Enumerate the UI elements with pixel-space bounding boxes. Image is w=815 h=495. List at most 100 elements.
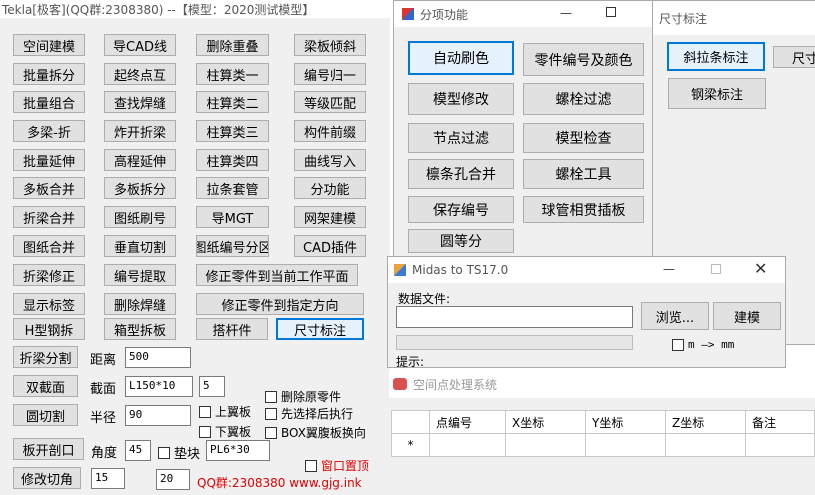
plate-slot-button[interactable]: 板开剖口 — [13, 438, 84, 460]
tool-button-8[interactable]: 批量组合 — [13, 91, 85, 113]
tool-button-20[interactable]: 多板合并 — [13, 177, 85, 199]
tool-button-24[interactable]: 折梁合并 — [13, 206, 85, 228]
col-y[interactable]: Y坐标 — [585, 410, 666, 434]
minimize-icon[interactable]: — — [560, 6, 572, 20]
table-cell[interactable] — [665, 433, 746, 457]
window-top-checkbox[interactable]: 窗口置顶 — [305, 457, 369, 474]
tool-button-12[interactable]: 多梁-折 — [13, 120, 85, 142]
round-cut-button[interactable]: 圆切割 — [13, 404, 78, 426]
beam-split-button[interactable]: 折梁分割 — [13, 346, 78, 368]
tool-button-36[interactable]: 删除焊缝 — [104, 293, 176, 315]
tool-button-21[interactable]: 多板拆分 — [104, 177, 176, 199]
chamfer-a-input[interactable]: 15 — [91, 468, 125, 489]
lower-flange-checkbox[interactable]: 下翼板 — [199, 423, 251, 440]
tool-button-16[interactable]: 批量延伸 — [13, 149, 85, 171]
midas-minimize-icon[interactable]: — — [663, 262, 675, 276]
col-remark[interactable]: 备注 — [745, 410, 815, 434]
upper-flange-box[interactable] — [199, 405, 211, 418]
midas-close-icon[interactable]: ✕ — [754, 259, 767, 278]
sub-function-button-2[interactable]: 模型修改 — [408, 83, 514, 115]
col-x[interactable]: X坐标 — [505, 410, 586, 434]
sub-function-button-5[interactable]: 模型检查 — [523, 123, 644, 153]
lower-flange-box[interactable] — [199, 425, 211, 438]
sub-function-button-6[interactable]: 檩条孔合并 — [408, 159, 514, 189]
sub-function-button-10[interactable]: 圆等分 — [408, 229, 514, 253]
double-section-button[interactable]: 双截面 — [13, 375, 78, 397]
tool-button-2[interactable]: 删除重叠 — [196, 34, 269, 56]
sub-function-button-3[interactable]: 螺栓过滤 — [523, 83, 644, 115]
tool-button-32[interactable]: 折梁修正 — [13, 264, 85, 286]
tool-button-41[interactable]: 尺寸标注 — [276, 318, 364, 340]
tool-button-22[interactable]: 拉条套管 — [196, 177, 269, 199]
tool-button-38[interactable]: H型钢拆 — [13, 318, 85, 340]
sub-function-button-9[interactable]: 球管相贯插板 — [523, 196, 644, 223]
data-file-input[interactable] — [396, 306, 633, 328]
window-top-box[interactable] — [305, 459, 317, 472]
chamfer-b-input[interactable]: 20 — [156, 469, 190, 490]
table-cell[interactable] — [585, 433, 666, 457]
sub-function-button-0[interactable]: 自动刷色 — [408, 41, 514, 75]
unit-convert-checkbox[interactable]: m —> mm — [672, 338, 734, 351]
tool-button-3[interactable]: 梁板倾斜 — [294, 34, 366, 56]
tool-button-14[interactable]: 柱算类三 — [196, 120, 269, 142]
diagonal-brace-label-button[interactable]: 斜拉条标注 — [667, 42, 765, 71]
col-z[interactable]: Z坐标 — [665, 410, 746, 434]
points-grid[interactable]: 点编号 X坐标 Y坐标 Z坐标 备注 * — [391, 410, 815, 457]
select-then-execute-box[interactable] — [265, 407, 277, 420]
tool-button-23[interactable]: 分功能 — [294, 177, 366, 199]
sub-function-button-8[interactable]: 保存编号 — [408, 196, 514, 223]
select-then-execute-checkbox[interactable]: 先选择后执行 — [265, 405, 353, 422]
tool-button-15[interactable]: 构件前缀 — [294, 120, 366, 142]
tool-button-31[interactable]: CAD插件 — [294, 235, 366, 257]
tool-button-0[interactable]: 空间建模 — [13, 34, 85, 56]
tool-button-10[interactable]: 柱算类二 — [196, 91, 269, 113]
tool-button-17[interactable]: 高程延伸 — [104, 149, 176, 171]
section-input[interactable]: L150*10 — [125, 376, 193, 397]
tool-button-29[interactable]: 垂直切割 — [104, 235, 176, 257]
sub-function-button-4[interactable]: 节点过滤 — [408, 123, 514, 153]
tool-button-40[interactable]: 搭杆件 — [196, 318, 268, 340]
tool-button-18[interactable]: 柱算类四 — [196, 149, 269, 171]
tool-button-19[interactable]: 曲线写入 — [294, 149, 366, 171]
tool-button-27[interactable]: 网架建模 — [294, 206, 366, 228]
tool-button-30[interactable]: 图纸编号分区 — [196, 235, 269, 257]
tool-button-34[interactable]: 修正零件到当前工作平面 — [196, 264, 358, 286]
radius-input[interactable]: 90 — [125, 405, 191, 426]
tool-button-11[interactable]: 等级匹配 — [294, 91, 366, 113]
tool-button-5[interactable]: 起终点互 — [104, 63, 176, 85]
section-count-input[interactable]: 5 — [199, 376, 225, 397]
angle-input[interactable]: 45 — [125, 440, 151, 461]
col-point-id[interactable]: 点编号 — [429, 410, 506, 434]
tool-button-9[interactable]: 查找焊缝 — [104, 91, 176, 113]
tool-button-25[interactable]: 图纸刷号 — [104, 206, 176, 228]
browse-button[interactable]: 浏览... — [641, 302, 709, 330]
tool-button-37[interactable]: 修正零件到指定方向 — [196, 293, 364, 315]
sub-function-button-1[interactable]: 零件编号及颜色 — [523, 43, 644, 76]
tool-button-35[interactable]: 显示标签 — [13, 293, 85, 315]
midas-maximize-icon[interactable] — [711, 264, 721, 274]
pad-input[interactable]: PL6*30 — [206, 440, 270, 461]
tool-button-4[interactable]: 批量拆分 — [13, 63, 85, 85]
dimension-button[interactable]: 尺寸 — [773, 46, 815, 68]
tool-button-33[interactable]: 编号提取 — [104, 264, 176, 286]
table-cell[interactable] — [505, 433, 586, 457]
table-cell[interactable] — [745, 433, 815, 457]
tool-button-26[interactable]: 导MGT — [196, 206, 269, 228]
steel-beam-label-button[interactable]: 钢梁标注 — [668, 78, 766, 109]
tool-button-6[interactable]: 柱算类一 — [196, 63, 269, 85]
chamfer-button[interactable]: 修改切角 — [13, 467, 81, 489]
pad-checkbox-box[interactable] — [158, 446, 170, 459]
maximize-icon[interactable] — [606, 7, 616, 17]
table-row[interactable]: * — [391, 433, 815, 457]
tool-button-7[interactable]: 编号归一 — [294, 63, 366, 85]
table-cell[interactable] — [429, 433, 506, 457]
tool-button-1[interactable]: 导CAD线 — [104, 34, 176, 56]
box-web-swap-box[interactable] — [265, 426, 277, 439]
build-model-button[interactable]: 建模 — [713, 302, 781, 330]
tool-button-28[interactable]: 图纸合并 — [13, 235, 85, 257]
distance-input[interactable]: 500 — [125, 347, 191, 368]
tool-button-39[interactable]: 箱型拆板 — [104, 318, 176, 340]
tool-button-13[interactable]: 炸开折梁 — [104, 120, 176, 142]
sub-function-button-7[interactable]: 螺栓工具 — [523, 159, 644, 189]
delete-original-box[interactable] — [265, 390, 277, 403]
